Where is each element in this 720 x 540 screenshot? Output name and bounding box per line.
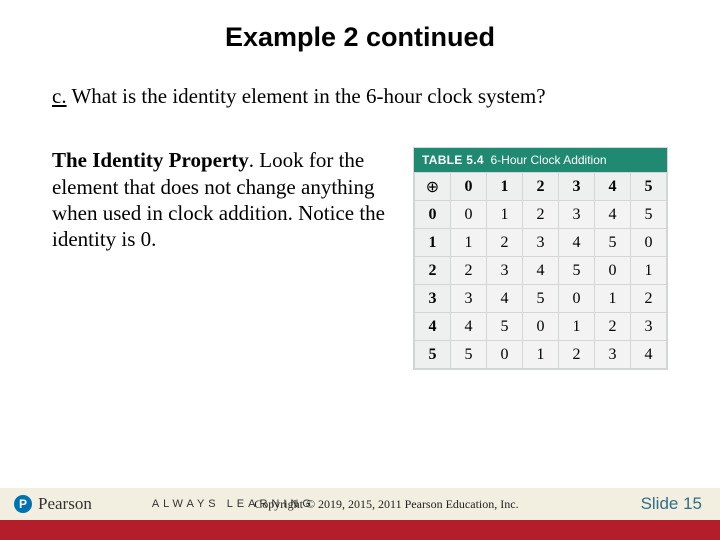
- cell: 2: [451, 257, 487, 285]
- cell: 1: [559, 313, 595, 341]
- cell: 0: [487, 341, 523, 369]
- cell: 1: [487, 201, 523, 229]
- col-header: 4: [595, 173, 631, 201]
- cell: 0: [631, 229, 667, 257]
- table-row: 2234501: [415, 257, 667, 285]
- cell: 4: [451, 313, 487, 341]
- explanation-text: The Identity Property. Look for the elem…: [52, 147, 393, 252]
- brand-mark-icon: P: [14, 495, 32, 513]
- brand-name: Pearson: [38, 494, 92, 514]
- table-row: 4450123: [415, 313, 667, 341]
- col-header: 5: [631, 173, 667, 201]
- cell: 1: [451, 229, 487, 257]
- cell: 0: [595, 257, 631, 285]
- cell: 2: [487, 229, 523, 257]
- table-corner-cell: ⊕: [415, 173, 451, 201]
- col-header: 2: [523, 173, 559, 201]
- cell: 5: [451, 341, 487, 369]
- content-row: The Identity Property. Look for the elem…: [52, 147, 668, 370]
- col-header: 3: [559, 173, 595, 201]
- slide-title: Example 2 continued: [0, 0, 720, 63]
- cell: 1: [523, 341, 559, 369]
- clock-addition-table: ⊕ 0 1 2 3 4 5 0012345 1123450 2234501 33…: [414, 172, 667, 369]
- col-header: 0: [451, 173, 487, 201]
- footer-accent-bar: [0, 520, 720, 540]
- cell: 4: [523, 257, 559, 285]
- content-area: c. What is the identity element in the 6…: [0, 63, 720, 370]
- cell: 2: [559, 341, 595, 369]
- cell: 5: [631, 201, 667, 229]
- cell: 3: [451, 285, 487, 313]
- col-header: 1: [487, 173, 523, 201]
- cell: 4: [631, 341, 667, 369]
- cell: 1: [595, 285, 631, 313]
- footer: P Pearson ALWAYS LEARNING Copyright © 20…: [0, 488, 720, 540]
- copyright-text: Copyright © 2019, 2015, 2011 Pearson Edu…: [254, 497, 518, 512]
- cell: 3: [523, 229, 559, 257]
- table-row: 1123450: [415, 229, 667, 257]
- row-header: 0: [415, 201, 451, 229]
- cell: 0: [523, 313, 559, 341]
- cell: 5: [487, 313, 523, 341]
- cell: 2: [523, 201, 559, 229]
- cell: 5: [523, 285, 559, 313]
- cell: 2: [595, 313, 631, 341]
- question-label: c.: [52, 84, 67, 108]
- question-body: What is the identity element in the 6-ho…: [67, 84, 546, 108]
- brand-logo: P Pearson: [0, 494, 92, 514]
- cell: 2: [631, 285, 667, 313]
- cell: 0: [451, 201, 487, 229]
- table-row: 3345012: [415, 285, 667, 313]
- table-row: 0012345: [415, 201, 667, 229]
- table-label: TABLE 5.4: [422, 153, 484, 167]
- clock-table-figure: TABLE 5.4 6-Hour Clock Addition ⊕ 0 1 2 …: [413, 147, 668, 370]
- cell: 5: [595, 229, 631, 257]
- cell: 0: [559, 285, 595, 313]
- cell: 4: [559, 229, 595, 257]
- table-row: 5501234: [415, 341, 667, 369]
- cell: 5: [559, 257, 595, 285]
- footer-strip: P Pearson ALWAYS LEARNING Copyright © 20…: [0, 488, 720, 520]
- cell: 3: [631, 313, 667, 341]
- cell: 3: [487, 257, 523, 285]
- table-caption: 6-Hour Clock Addition: [491, 153, 607, 167]
- slide-number: Slide 15: [641, 494, 702, 514]
- table-caption-bar: TABLE 5.4 6-Hour Clock Addition: [414, 148, 667, 172]
- cell: 3: [595, 341, 631, 369]
- cell: 4: [595, 201, 631, 229]
- row-header: 5: [415, 341, 451, 369]
- cell: 4: [487, 285, 523, 313]
- row-header: 2: [415, 257, 451, 285]
- cell: 1: [631, 257, 667, 285]
- question-text: c. What is the identity element in the 6…: [52, 83, 668, 109]
- explanation-lead: The Identity Property: [52, 148, 249, 172]
- row-header: 3: [415, 285, 451, 313]
- cell: 3: [559, 201, 595, 229]
- row-header: 4: [415, 313, 451, 341]
- row-header: 1: [415, 229, 451, 257]
